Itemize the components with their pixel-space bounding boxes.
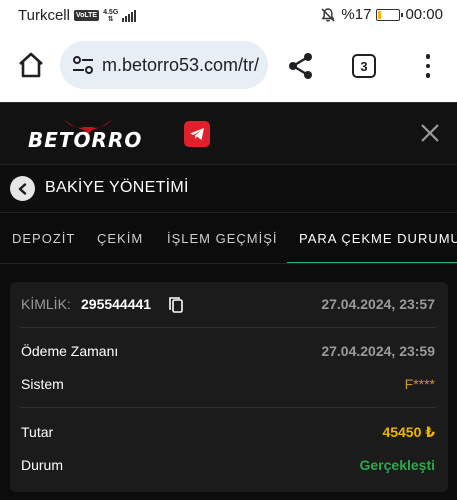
carrier-name: Turkcell: [18, 7, 70, 24]
divider: [20, 327, 436, 328]
logo-text: BETORRO: [28, 128, 143, 152]
clock: 00:00: [405, 6, 443, 23]
chevron-left-icon: [18, 182, 26, 195]
tab-deposit[interactable]: DEPOZİT: [12, 231, 75, 246]
signal-icon: [122, 9, 137, 22]
telegram-button[interactable]: [184, 121, 210, 147]
status-value: Gerçekleşti: [359, 457, 436, 473]
back-button[interactable]: [10, 176, 35, 201]
system-label: Sistem: [21, 376, 64, 392]
close-icon[interactable]: [418, 121, 442, 145]
site-header: BETORRO: [0, 102, 457, 164]
divider: [20, 407, 436, 408]
status-right: %17 00:00: [320, 6, 443, 23]
tab-transaction-history[interactable]: İŞLEM GEÇMİŞİ: [167, 231, 278, 246]
amount-label: Tutar: [21, 424, 54, 440]
network-type: 4.5G ⇅: [103, 8, 119, 23]
tab-withdrawal-status[interactable]: PARA ÇEKME DURUMU: [299, 231, 457, 246]
battery-icon: [376, 8, 404, 21]
active-tab-indicator: [287, 262, 457, 263]
site-logo[interactable]: BETORRO: [28, 117, 160, 153]
copy-icon[interactable]: [168, 296, 184, 314]
tab-bar: DEPOZİT ÇEKİM İŞLEM GEÇMİŞİ PARA ÇEKME D…: [0, 212, 457, 264]
volte-badge: VoLTE: [73, 10, 100, 21]
tab-switcher-button[interactable]: 3: [352, 54, 376, 78]
site-settings-icon[interactable]: [72, 55, 94, 75]
amount-value: 45450 ₺: [382, 424, 435, 440]
page-title: BAKİYE YÖNETİMİ: [45, 179, 189, 196]
battery-percent: %17: [341, 6, 372, 23]
telegram-icon: [190, 128, 204, 140]
address-bar[interactable]: m.betorro53.com/tr/: [60, 41, 268, 89]
status-bar: Turkcell VoLTE 4.5G ⇅ %17 00:00: [0, 0, 457, 30]
page-header: BAKİYE YÖNETİMİ: [0, 164, 457, 212]
payment-time-value: 27.04.2024, 23:59: [321, 343, 435, 359]
transaction-card: KİMLİK: 295544441 27.04.2024, 23:57 Ödem…: [10, 282, 448, 492]
more-menu-icon[interactable]: [418, 52, 438, 80]
system-value: F****: [404, 376, 435, 392]
url-text[interactable]: m.betorro53.com/tr/: [102, 55, 259, 76]
payment-time-label: Ödeme Zamanı: [21, 343, 119, 359]
share-icon[interactable]: [286, 51, 316, 81]
id-label: KİMLİK:: [21, 296, 71, 312]
id-value: 295544441: [81, 296, 152, 312]
created-date: 27.04.2024, 23:57: [321, 296, 435, 312]
status-left: Turkcell VoLTE 4.5G ⇅: [18, 7, 137, 24]
home-icon[interactable]: [16, 50, 46, 80]
mute-icon: [321, 7, 335, 22]
browser-toolbar: m.betorro53.com/tr/ 3: [0, 30, 457, 102]
status-label: Durum: [21, 457, 64, 473]
tab-withdraw[interactable]: ÇEKİM: [97, 231, 143, 246]
